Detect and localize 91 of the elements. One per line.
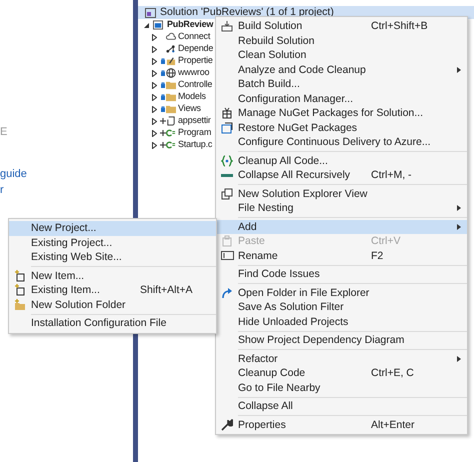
plus-icon — [160, 142, 166, 148]
build-icon — [221, 20, 233, 32]
wrench-icon — [166, 56, 176, 66]
clipboard-icon — [221, 235, 233, 248]
menu-item[interactable]: Batch Build... — [216, 77, 467, 92]
menu-item[interactable]: Existing Project... — [9, 236, 216, 250]
menu-item[interactable]: Show Project Dependency Diagram — [216, 333, 467, 348]
submenu-arrow-icon — [457, 66, 461, 73]
new-item-icon — [14, 270, 26, 282]
folder-icon — [14, 298, 26, 311]
menu-item[interactable]: Configuration Manager... — [216, 92, 467, 106]
tree-item-label[interactable]: PubReview — [167, 18, 214, 32]
package-icon — [221, 107, 233, 120]
menu-item[interactable]: Rebuild Solution — [216, 34, 467, 48]
new-item-icon — [14, 284, 26, 296]
lock-icon — [161, 94, 165, 100]
menu-item[interactable]: Hide Unloaded Projects — [216, 314, 467, 329]
cloud-icon — [166, 32, 176, 42]
tree-item-label[interactable]: Propertie — [178, 54, 213, 68]
collapsed-arrow-icon[interactable] — [152, 58, 157, 64]
expanded-arrow-icon[interactable] — [144, 22, 149, 28]
tree-item-label[interactable]: Program — [178, 126, 212, 140]
collapsed-arrow-icon[interactable] — [152, 34, 157, 40]
collapsed-arrow-icon[interactable] — [152, 70, 157, 76]
menu-item[interactable]: Existing Web Site... — [9, 250, 216, 264]
collapsed-arrow-icon[interactable] — [152, 94, 157, 100]
lock-icon — [161, 70, 165, 76]
submenu-arrow-icon — [457, 205, 461, 212]
windows-icon — [221, 188, 233, 200]
lock-icon — [161, 82, 165, 88]
restore-icon — [221, 122, 233, 134]
tree-item-label[interactable]: Controlle — [178, 78, 212, 92]
menu-item[interactable]: File Nesting — [216, 201, 467, 216]
tree-item-label[interactable]: wwwroo — [178, 66, 210, 80]
menu-item[interactable]: Save As Solution Filter — [216, 300, 467, 314]
collapsed-arrow-icon[interactable] — [152, 106, 157, 112]
collapsed-arrow-icon[interactable] — [152, 130, 157, 136]
csharp-icon — [166, 140, 176, 150]
dependencies-icon — [166, 44, 176, 54]
menu-item[interactable]: Find Code Issues — [216, 267, 467, 282]
menu-item[interactable]: Existing Item... Shift+Alt+A — [9, 283, 216, 298]
tree-item-label[interactable]: Startup.c — [178, 138, 212, 152]
menu-item[interactable]: Manage NuGet Packages for Solution... — [216, 106, 467, 120]
lock-icon — [161, 106, 165, 112]
collapsed-arrow-icon[interactable] — [152, 118, 157, 124]
menu-item[interactable]: Go to File Nearby — [216, 380, 467, 395]
submenu-arrow-icon — [457, 224, 461, 230]
collapsed-arrow-icon[interactable] — [152, 46, 157, 52]
menu-item[interactable]: Cleanup All Code... — [216, 154, 467, 168]
csharp-icon — [166, 128, 176, 138]
lock-icon — [161, 58, 165, 64]
collapsed-arrow-icon[interactable] — [152, 142, 157, 148]
menu-item[interactable]: Configure Continuous Delivery to Azure... — [216, 135, 467, 150]
tree-item-label[interactable]: Depende — [178, 42, 214, 56]
file-icon — [166, 116, 176, 126]
menu-item[interactable]: Rename F2 — [216, 248, 467, 263]
menu-item[interactable]: Clean Solution — [216, 48, 467, 62]
menu-item[interactable]: Installation Configuration File — [9, 316, 216, 330]
menu-item[interactable]: Refactor — [216, 352, 467, 366]
menu-item[interactable]: New Item... — [9, 268, 216, 283]
link[interactable]: r — [0, 184, 133, 197]
menu-item[interactable]: Properties Alt+Enter — [216, 418, 467, 432]
braces-icon — [221, 154, 233, 167]
tree-item-label[interactable]: Views — [178, 102, 201, 116]
menu-item[interactable]: Analyze and Code Cleanup — [216, 62, 467, 77]
minus-icon — [221, 174, 233, 177]
link[interactable]: guide — [0, 168, 133, 181]
tree-item-label[interactable]: Connect — [178, 30, 210, 44]
submenu-arrow-icon — [457, 356, 461, 362]
rename-icon — [220, 251, 234, 260]
menu-item[interactable]: Collapse All — [216, 399, 467, 414]
plus-icon — [160, 130, 166, 136]
project-icon — [153, 20, 163, 30]
menu-item[interactable]: New Solution Explorer View — [216, 186, 467, 201]
text-fragment: E — [0, 126, 8, 139]
curved-arrow-icon — [221, 286, 233, 299]
menu-item[interactable]: Add — [216, 220, 467, 234]
menu-item[interactable]: New Solution Folder — [9, 298, 216, 312]
menu-item[interactable]: Cleanup Code Ctrl+E, C — [216, 366, 467, 380]
menu-item[interactable]: Open Folder in File Explorer — [216, 286, 467, 300]
solution-icon — [145, 8, 156, 18]
menu-item[interactable]: Collapse All Recursively Ctrl+M, - — [216, 168, 467, 182]
collapsed-arrow-icon[interactable] — [152, 82, 157, 88]
menu-item[interactable]: Build Solution Ctrl+Shift+B — [216, 19, 467, 34]
wrench-icon — [221, 418, 233, 431]
globe-icon — [166, 68, 176, 78]
tree-item-label[interactable]: appsettir — [178, 114, 211, 128]
menu-item[interactable]: Restore NuGet Packages — [216, 120, 467, 135]
menu-item[interactable]: New Project... — [9, 221, 216, 236]
plus-icon — [160, 118, 166, 124]
tree-item-label[interactable]: Models — [178, 90, 206, 104]
